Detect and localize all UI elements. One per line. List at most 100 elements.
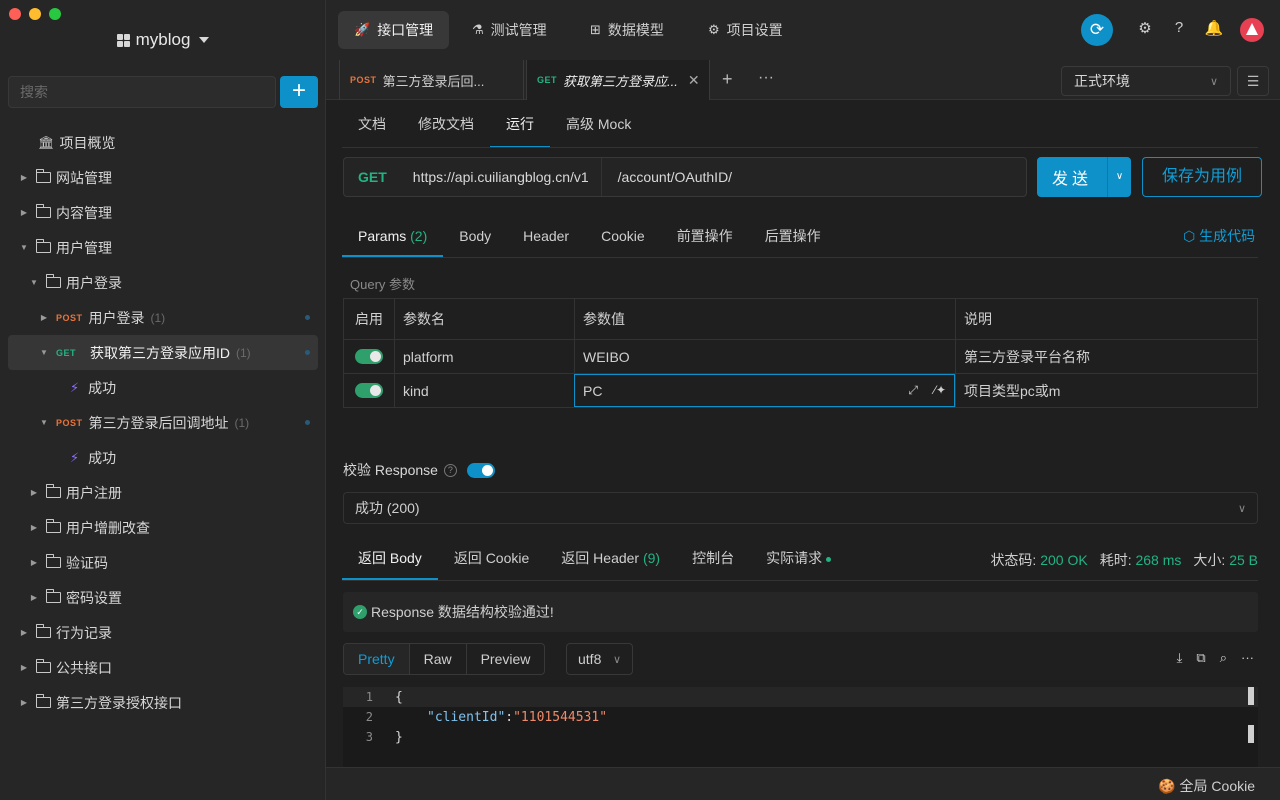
new-tab-plus-icon[interactable]: + — [722, 69, 733, 90]
tab-params[interactable]: Params (2) — [342, 215, 444, 257]
tab-response-cookie[interactable]: 返回 Cookie — [438, 538, 545, 580]
tree-folder[interactable]: ▶ 用户增删改查 — [8, 510, 318, 545]
param-desc-input[interactable]: 第三方登录平台名称 — [955, 340, 1257, 373]
request-tab-active[interactable]: GET 获取第三方登录应... ✕ — [526, 60, 710, 100]
tab-post-operations[interactable]: 后置操作 — [749, 215, 837, 257]
tree-folder[interactable]: ▶ 内容管理 — [8, 195, 318, 230]
tab-run[interactable]: 运行 — [490, 100, 550, 148]
list-icon[interactable]: ☰ — [1237, 66, 1269, 96]
format-pretty[interactable]: Pretty — [344, 644, 409, 674]
tab-console[interactable]: 控制台 — [676, 538, 750, 580]
download-icon[interactable]: ⤓ — [1177, 650, 1183, 666]
caret-right-icon[interactable]: ▶ — [18, 628, 30, 637]
search-input[interactable] — [8, 76, 276, 108]
help-icon[interactable]: ? — [443, 463, 457, 477]
generate-code-button[interactable]: ⬡ 生成代码 — [1183, 226, 1255, 246]
add-button[interactable]: + — [280, 76, 318, 108]
caret-right-icon[interactable]: ▶ — [28, 558, 40, 567]
sync-icon[interactable]: ⟳ — [1081, 14, 1113, 46]
tab-body[interactable]: Body — [443, 215, 507, 257]
settings-gear-icon[interactable]: ⚙ — [1135, 19, 1155, 37]
scrollbar-thumb[interactable] — [1248, 687, 1254, 705]
tree-folder[interactable]: ▶ 密码设置 — [8, 580, 318, 615]
param-name-input[interactable]: kind — [394, 374, 574, 407]
tab-data-model[interactable]: ⊞ 数据模型 — [574, 11, 680, 49]
expand-icon[interactable]: ⤢ — [908, 383, 918, 398]
response-select[interactable]: 成功 (200) ∨ — [343, 492, 1258, 524]
avatar[interactable] — [1240, 18, 1264, 42]
scrollbar-thumb[interactable] — [1248, 725, 1254, 743]
maximize-window-button[interactable] — [49, 8, 61, 20]
enable-toggle[interactable] — [355, 383, 383, 398]
tab-actual-request[interactable]: 实际请求 — [750, 538, 847, 580]
caret-down-icon[interactable]: ▼ — [18, 243, 30, 252]
tab-project-settings[interactable]: ⚙ 项目设置 — [692, 11, 799, 49]
tree-folder[interactable]: ▶ 用户注册 — [8, 475, 318, 510]
param-value-input-active[interactable]: PC ⤢ ⁄✦ — [574, 374, 955, 407]
tree-folder[interactable]: ▶ 网站管理 — [8, 160, 318, 195]
tree-folder[interactable]: ▼ 用户管理 — [8, 230, 318, 265]
verify-response-toggle[interactable] — [466, 462, 495, 478]
chevron-down-icon[interactable]: ∨ — [1107, 157, 1131, 197]
caret-down-icon[interactable]: ▼ — [38, 348, 50, 357]
minimize-window-button[interactable] — [29, 8, 41, 20]
caret-right-icon[interactable]: ▶ — [38, 313, 50, 322]
tab-edit-doc[interactable]: 修改文档 — [402, 100, 490, 146]
magic-wand-icon[interactable]: ⁄✦ — [934, 383, 946, 398]
caret-down-icon[interactable]: ▼ — [38, 418, 50, 427]
tab-cookie[interactable]: Cookie — [585, 215, 661, 257]
param-name-input[interactable]: platform — [394, 340, 574, 373]
environment-select[interactable]: 正式环境 ∨ — [1061, 66, 1231, 96]
send-button[interactable]: 发送 ∨ — [1037, 157, 1131, 197]
close-icon[interactable]: ✕ — [688, 72, 700, 89]
tree-case[interactable]: ⚡ 成功 — [8, 370, 318, 405]
tab-response-header[interactable]: 返回 Header (9) — [545, 538, 676, 580]
tree-folder[interactable]: ▶ 行为记录 — [8, 615, 318, 650]
search-icon[interactable]: ⌕ — [1220, 650, 1227, 666]
bell-icon[interactable]: 🔔 — [1204, 19, 1224, 37]
caret-right-icon[interactable]: ▶ — [18, 663, 30, 672]
tab-doc[interactable]: 文档 — [342, 100, 402, 146]
tree-folder[interactable]: ▶ 验证码 — [8, 545, 318, 580]
save-as-case-button[interactable]: 保存为用例 — [1142, 157, 1262, 197]
param-value-input[interactable]: WEIBO — [574, 340, 955, 373]
url-bar[interactable]: GET https://api.cuiliangblog.cn/v1 /acco… — [343, 157, 1027, 197]
caret-right-icon[interactable]: ▶ — [18, 173, 30, 182]
request-tab[interactable]: POST 第三方登录后回... — [339, 60, 524, 100]
tab-pre-operations[interactable]: 前置操作 — [661, 215, 749, 257]
more-icon[interactable]: ··· — [1241, 650, 1254, 666]
caret-right-icon[interactable]: ▶ — [28, 593, 40, 602]
response-body-editor[interactable]: 1 { 2 "clientId": "1101544531" 3 } — [343, 687, 1258, 767]
caret-right-icon[interactable]: ▶ — [18, 208, 30, 217]
tree-folder[interactable]: ▶ 公共接口 — [8, 650, 318, 685]
caret-right-icon[interactable]: ▶ — [18, 698, 30, 707]
tree-endpoint-active[interactable]: ▼ GET 获取第三方登录应用ID (1) — [8, 335, 318, 370]
method-select[interactable]: GET — [344, 169, 401, 185]
copy-icon[interactable]: ⧉ — [1196, 650, 1205, 666]
url-path-input[interactable]: /account/OAuthID/ — [602, 169, 732, 185]
tab-test-management[interactable]: ⚗ 测试管理 — [456, 11, 563, 49]
tab-api-management[interactable]: 🚀 接口管理 — [338, 11, 450, 49]
tab-advanced-mock[interactable]: 高级 Mock — [550, 100, 647, 146]
caret-right-icon[interactable]: ▶ — [28, 523, 40, 532]
enable-toggle[interactable] — [355, 349, 383, 364]
project-switcher[interactable]: myblog — [0, 30, 326, 50]
param-desc-input[interactable]: 项目类型pc或m — [955, 374, 1257, 407]
tree-item-overview[interactable]: 🏛 项目概览 — [8, 125, 318, 160]
format-preview[interactable]: Preview — [465, 644, 545, 674]
caret-down-icon[interactable]: ▼ — [28, 278, 40, 287]
help-icon[interactable]: ? — [1169, 19, 1189, 36]
close-window-button[interactable] — [9, 8, 21, 20]
tree-endpoint[interactable]: ▶ POST 用户登录 (1) — [8, 300, 318, 335]
tree-folder[interactable]: ▶ 第三方登录授权接口 — [8, 685, 318, 720]
tree-folder[interactable]: ▼ 用户登录 — [8, 265, 318, 300]
tab-response-body[interactable]: 返回 Body — [342, 538, 438, 580]
global-cookie-button[interactable]: 🍪 全局 Cookie — [1158, 776, 1255, 796]
tree-case[interactable]: ⚡ 成功 — [8, 440, 318, 475]
caret-right-icon[interactable]: ▶ — [28, 488, 40, 497]
tree-endpoint[interactable]: ▼ POST 第三方登录后回调地址 (1) — [8, 405, 318, 440]
tab-header[interactable]: Header — [507, 215, 585, 257]
more-icon[interactable]: ··· — [758, 69, 774, 87]
format-raw[interactable]: Raw — [408, 644, 466, 674]
encoding-select[interactable]: utf8 ∨ — [566, 643, 633, 675]
